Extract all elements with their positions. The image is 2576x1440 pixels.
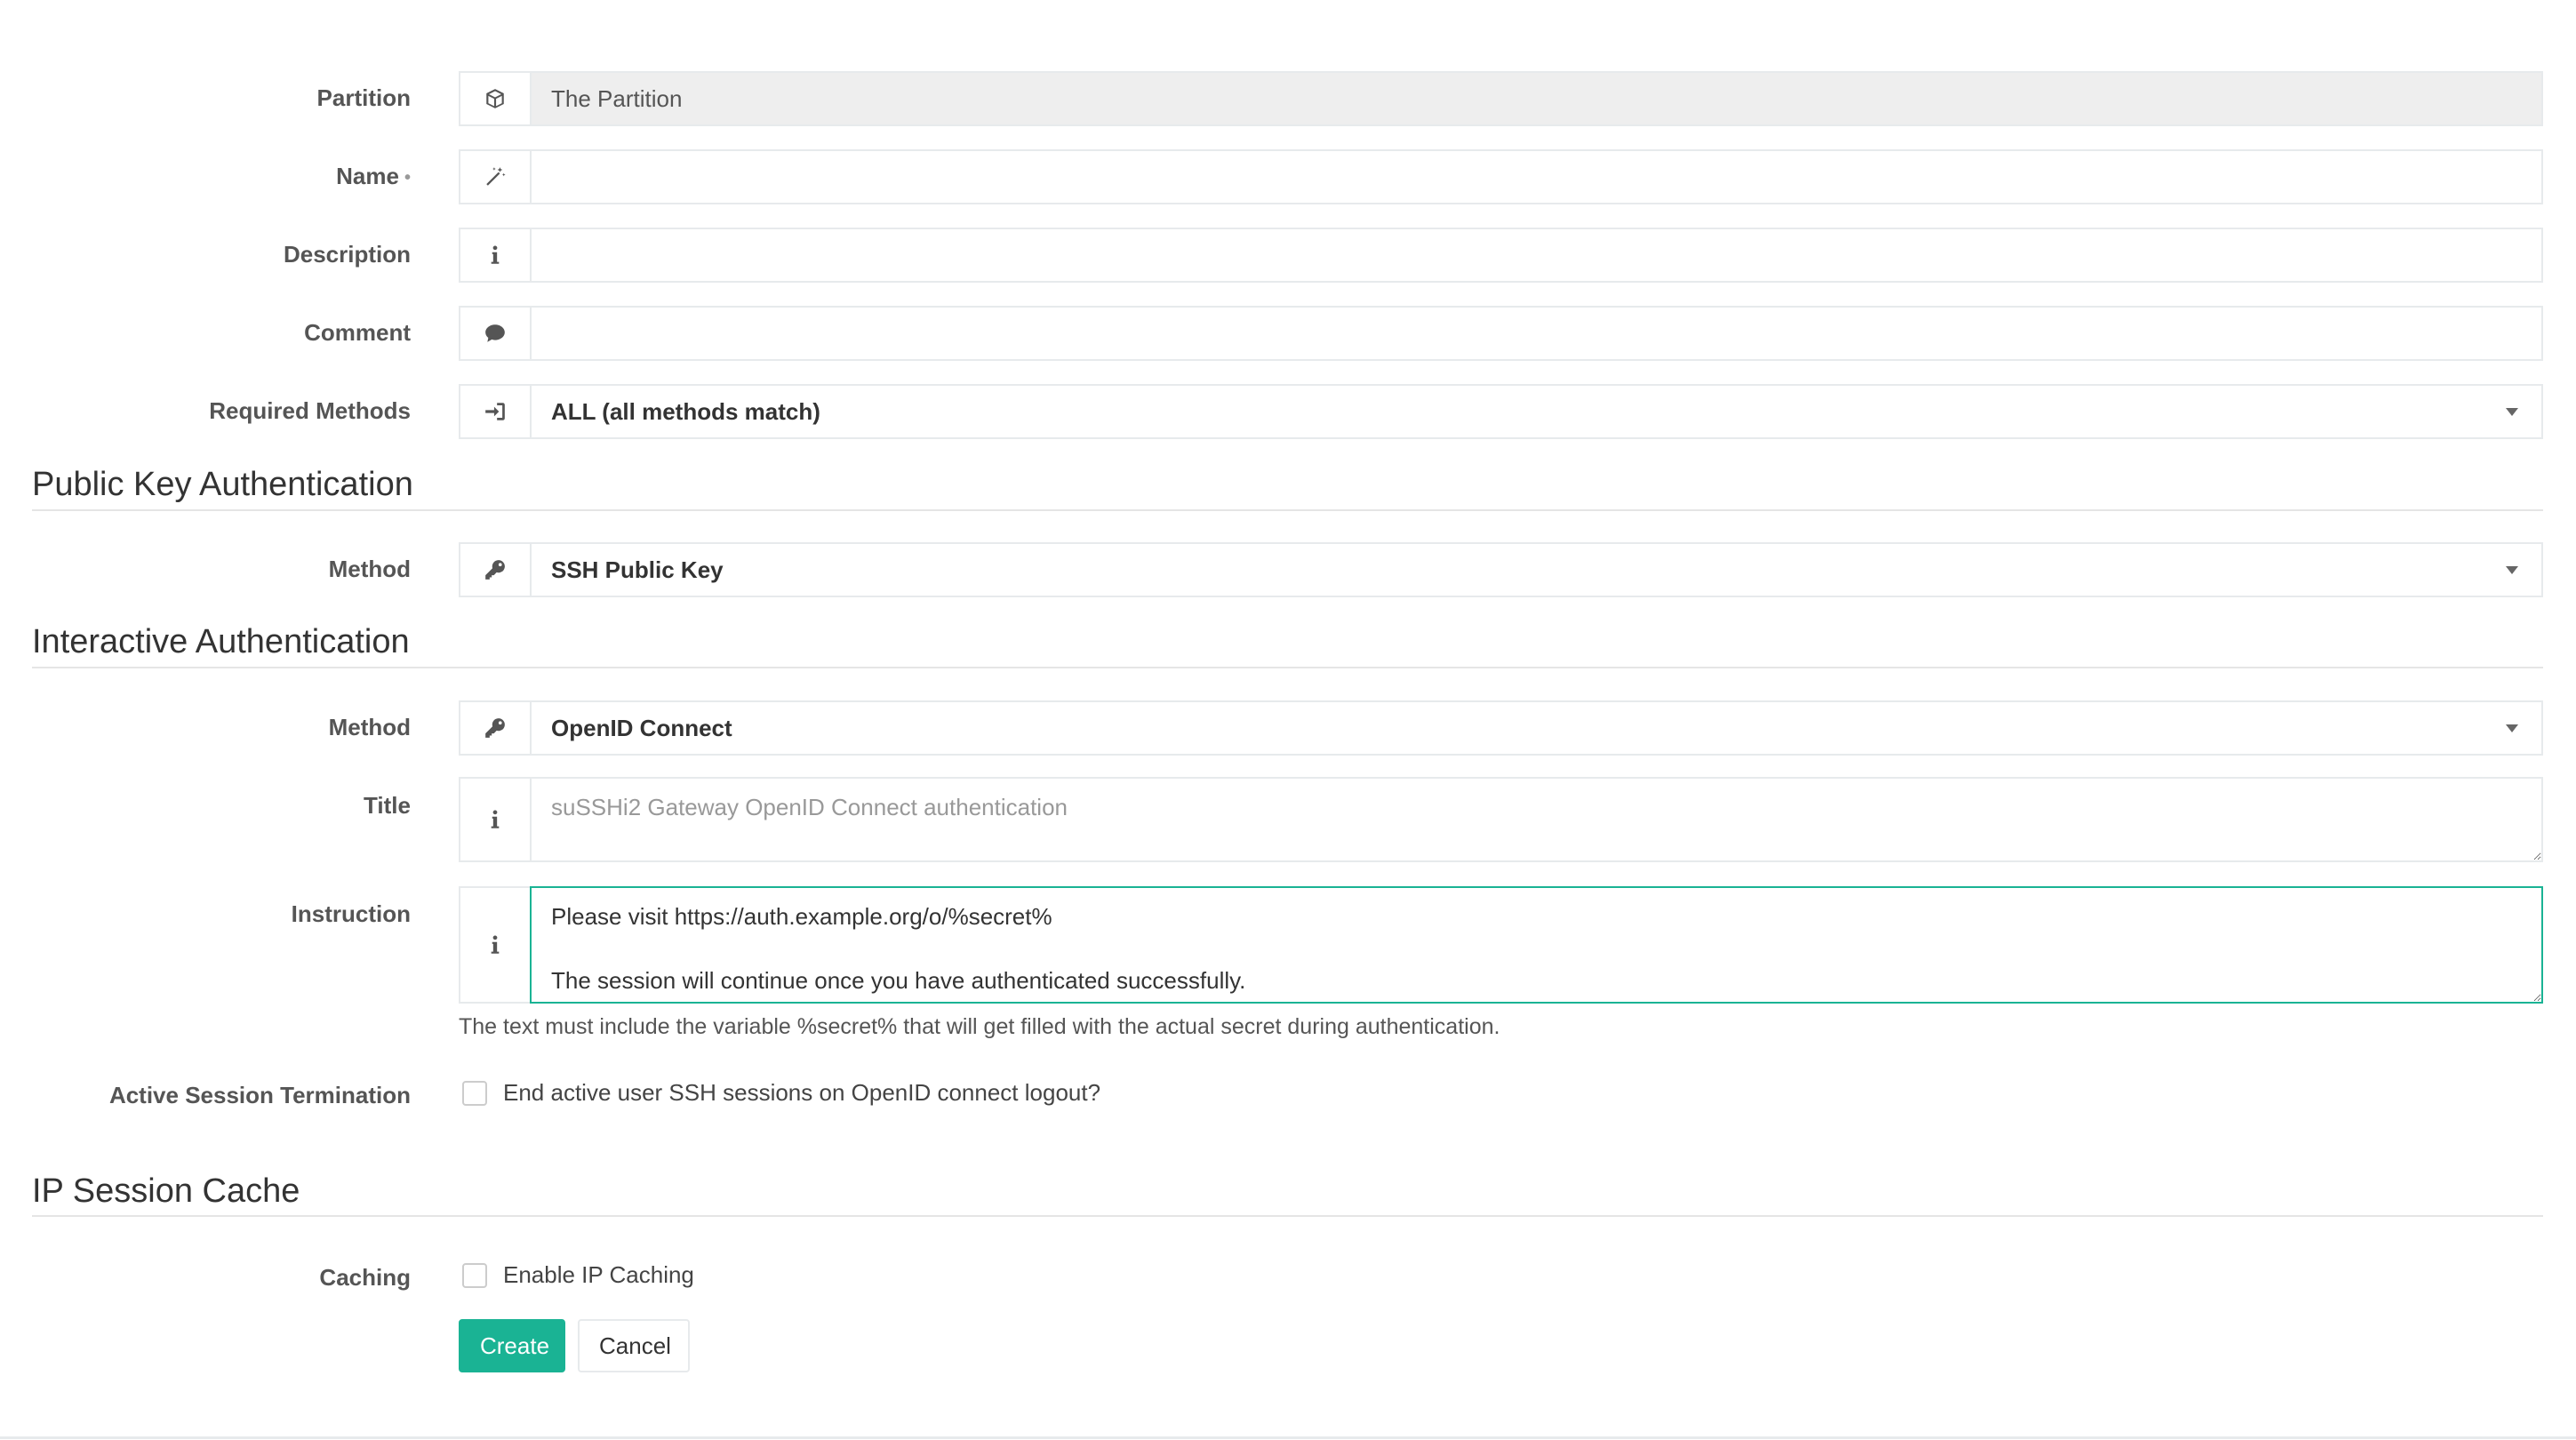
required-methods-select[interactable]: ALL (all methods match)	[530, 384, 2543, 439]
ip-caching-checkbox[interactable]	[462, 1262, 487, 1288]
session-termination-checkbox[interactable]	[462, 1080, 487, 1106]
session-termination-row: End active user SSH sessions on OpenID c…	[462, 1079, 1100, 1107]
description-input[interactable]	[530, 228, 2543, 283]
key-icon	[459, 700, 530, 756]
chevron-down-icon	[2506, 565, 2518, 574]
name-label: Name •	[336, 163, 411, 191]
description-label: Description	[283, 241, 411, 268]
interactive-method-group: OpenID Connect	[459, 700, 2543, 756]
name-input-group	[459, 149, 2543, 204]
public-key-method-group: SSH Public Key	[459, 542, 2543, 597]
public-key-method-value: SSH Public Key	[551, 556, 724, 583]
cancel-button[interactable]: Cancel	[578, 1319, 690, 1372]
required-methods-group: ALL (all methods match)	[459, 384, 2543, 439]
description-input-group	[459, 228, 2543, 283]
magic-wand-icon	[459, 149, 530, 204]
name-input[interactable]	[530, 149, 2543, 204]
required-methods-label: Required Methods	[209, 397, 411, 424]
required-marker: •	[404, 168, 411, 188]
public-key-method-select[interactable]: SSH Public Key	[530, 542, 2543, 597]
partition-input-group: The Partition	[459, 71, 2543, 126]
instruction-help-text: The text must include the variable %secr…	[459, 1014, 1500, 1039]
session-termination-label: Active Session Termination	[108, 1082, 411, 1108]
required-methods-value: ALL (all methods match)	[551, 397, 820, 425]
caching-row: Enable IP Caching	[462, 1261, 694, 1289]
title-textarea[interactable]	[530, 777, 2543, 862]
title-label: Title	[364, 792, 411, 819]
caching-label: Caching	[319, 1264, 411, 1291]
sign-in-icon	[459, 384, 530, 439]
partition-field: The Partition	[530, 71, 2543, 126]
section-divider	[32, 667, 2543, 668]
public-key-auth-heading: Public Key Authentication	[32, 466, 413, 503]
chevron-down-icon	[2506, 724, 2518, 732]
interactive-method-select[interactable]: OpenID Connect	[530, 700, 2543, 756]
public-key-method-label: Method	[328, 556, 411, 582]
interactive-auth-heading: Interactive Authentication	[32, 623, 410, 660]
interactive-method-value: OpenID Connect	[551, 714, 732, 741]
info-icon	[459, 886, 530, 1004]
key-icon	[459, 542, 530, 597]
comment-input-group	[459, 306, 2543, 361]
name-label-text: Name	[336, 163, 399, 189]
chevron-down-icon	[2506, 407, 2518, 416]
page-bottom-divider	[0, 1436, 2576, 1439]
cube-icon	[459, 71, 530, 126]
create-button[interactable]: Create	[459, 1319, 565, 1372]
ip-caching-checkbox-label[interactable]: Enable IP Caching	[503, 1261, 694, 1289]
comment-icon	[459, 306, 530, 361]
section-divider	[32, 1215, 2543, 1217]
ip-session-cache-heading: IP Session Cache	[32, 1172, 300, 1210]
instruction-label: Instruction	[291, 900, 411, 927]
section-divider	[32, 509, 2543, 511]
interactive-method-label: Method	[328, 714, 411, 740]
partition-label: Partition	[316, 84, 411, 111]
title-input-group	[459, 777, 2543, 862]
instruction-textarea[interactable]	[530, 886, 2543, 1004]
info-icon	[459, 777, 530, 862]
info-icon	[459, 228, 530, 283]
instruction-input-group	[459, 886, 2543, 1004]
session-termination-checkbox-label[interactable]: End active user SSH sessions on OpenID c…	[503, 1079, 1100, 1107]
comment-input[interactable]	[530, 306, 2543, 361]
comment-label: Comment	[304, 319, 411, 346]
